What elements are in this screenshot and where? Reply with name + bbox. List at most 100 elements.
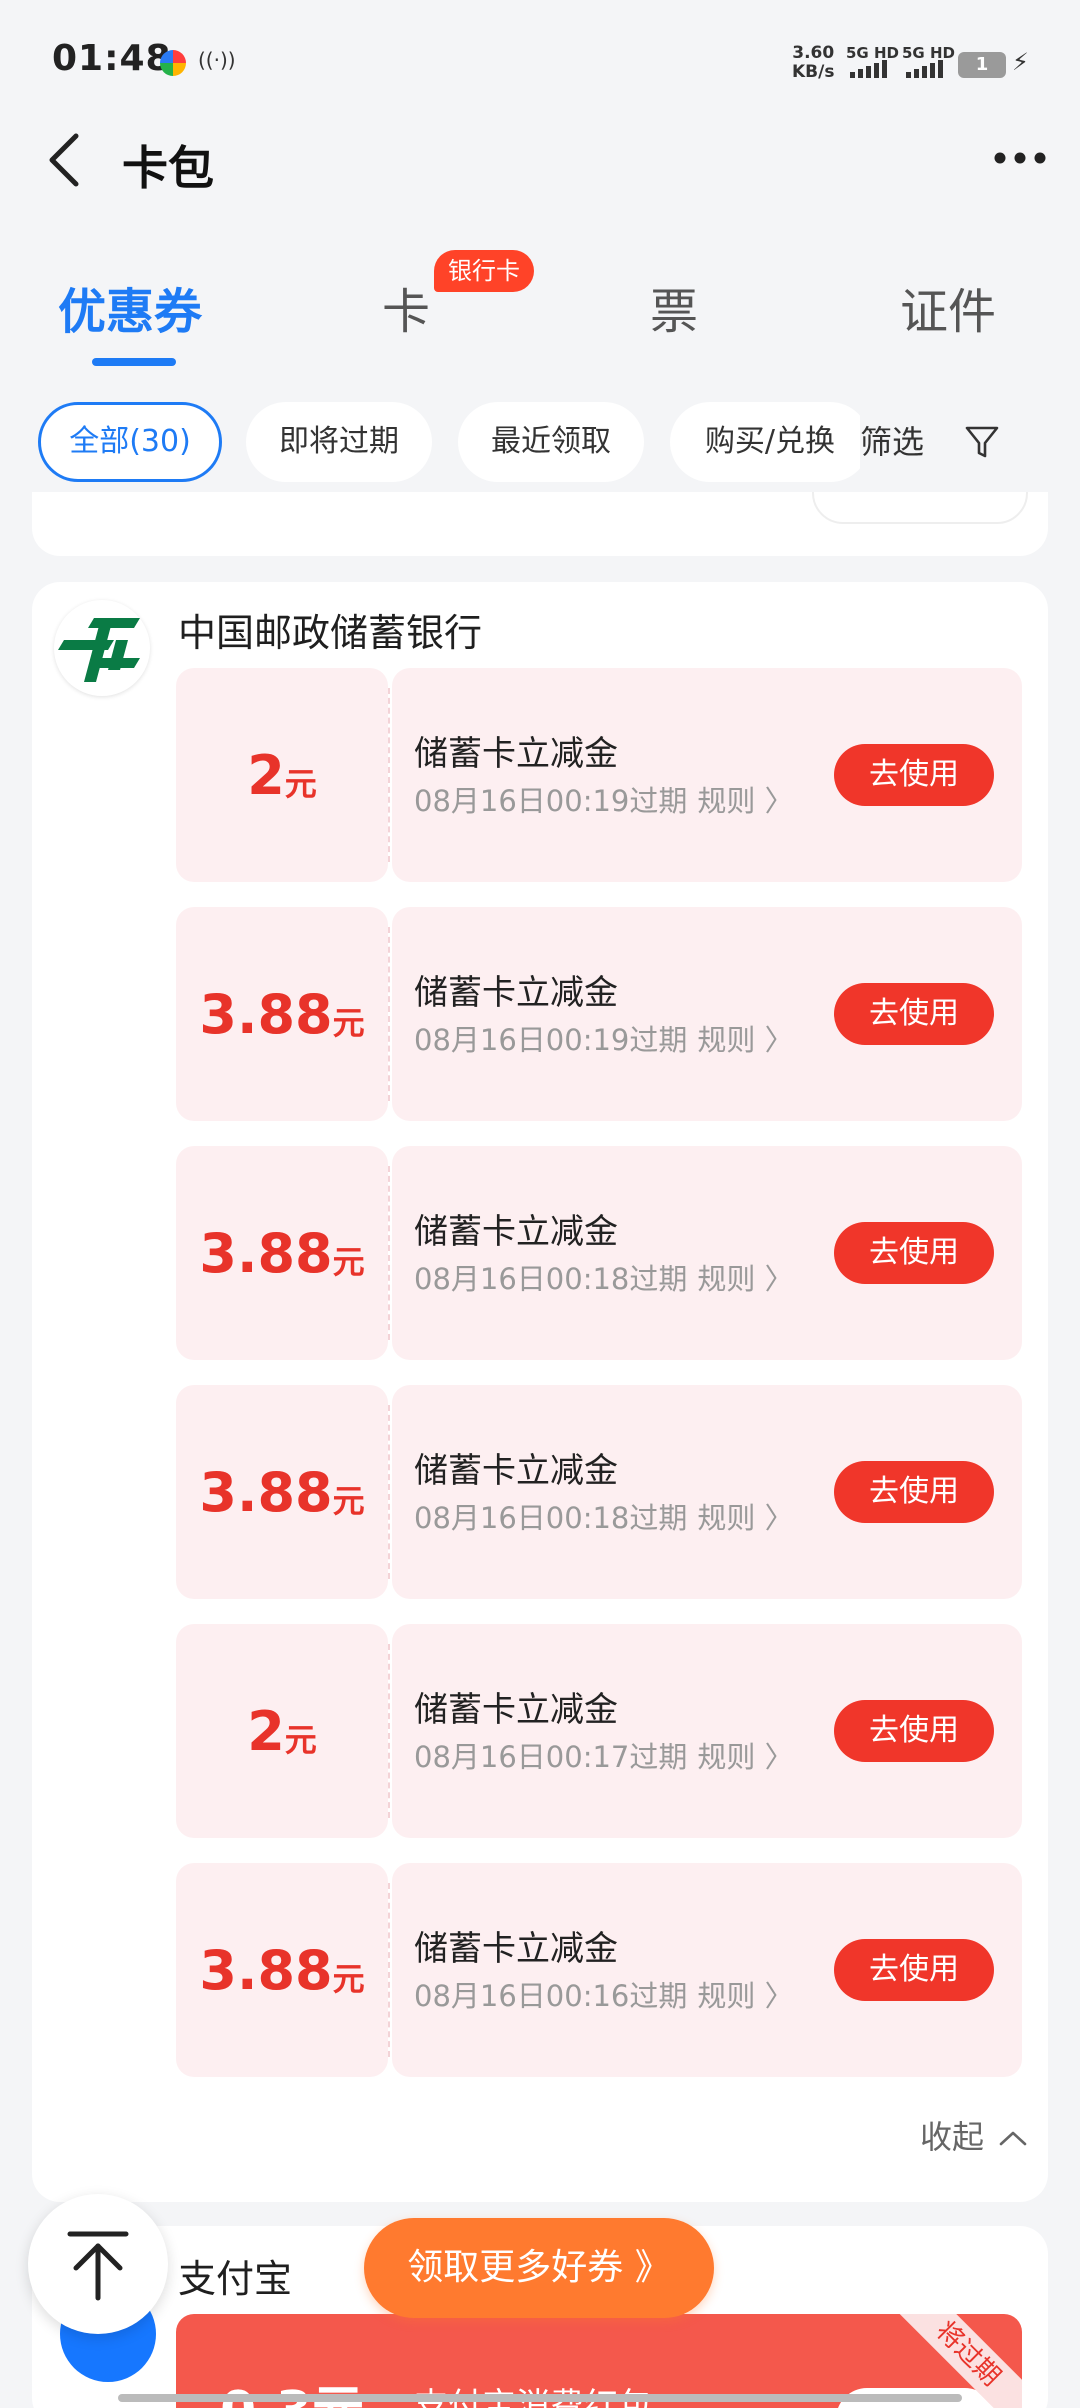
coupon-rule-label: 规则 [697,1979,756,2013]
use-coupon-button[interactable]: 去使用 [834,983,994,1045]
coupon-expiry-row: 08月16日00:19过期 规则 〉 [414,778,794,820]
collapse-label: 收起 [920,2118,985,2156]
coupon-amount-value: 3.88 [199,1460,333,1524]
coupon-expiry: 08月16日00:17过期 [414,1740,688,1774]
coupon-amount: 2元 [176,668,388,882]
filter-chip-recent[interactable]: 最近领取 [458,402,644,482]
filter-chip-expiring[interactable]: 即将过期 [246,402,432,482]
signal-sim1-icon: 5G HD [846,44,910,80]
more-button[interactable] [990,138,1050,178]
tab-cards[interactable]: 卡 [382,272,430,342]
app-notification-icon [160,50,186,76]
coupon-amount: 3.88 元 [176,1385,388,1599]
coupon-rule-link[interactable]: 规则 〉 [697,1979,793,2013]
red-packet-amount: 0.3元 [220,2368,364,2408]
charging-icon: ⚡ [1012,48,1029,76]
coupon-item[interactable]: 3.88 元 储蓄卡立减金 08月16日00:16过期 规则 〉 去使用 [176,1863,1022,2077]
tab-tickets[interactable]: 票 [650,272,698,342]
coupon-item[interactable]: 2元 储蓄卡立减金 08月16日00:19过期 规则 〉 去使用 [176,668,1022,882]
coupon-expiry-row: 08月16日00:19过期 规则 〉 [414,1017,794,1059]
use-coupon-button[interactable]: 去使用 [834,1461,994,1523]
coupon-title: 储蓄卡立减金 [414,1212,618,1252]
coupon-rule-label: 规则 [697,1023,756,1057]
network-speed-value: 3.60 [792,43,835,63]
coupon-amount-unit: 元 [332,1243,365,1281]
coupon-rule-label: 规则 [697,784,756,818]
coupon-rule-label: 规则 [697,1740,756,1774]
coupon-amount-value: 2 [247,743,285,807]
coupon-title: 储蓄卡立减金 [414,973,618,1013]
funnel-icon [965,426,999,458]
coupon-rule-link[interactable]: 规则 〉 [697,1740,793,1774]
coupon-rule-link[interactable]: 规则 〉 [697,1023,793,1057]
chevron-right-icon: 〉 [764,1740,794,1774]
back-arrow-icon [49,133,79,187]
coupon-rule-label: 规则 [697,1501,756,1535]
tab-documents[interactable]: 证件 [900,272,996,342]
coupon-expiry-row: 08月16日00:17过期 规则 〉 [414,1734,794,1776]
use-coupon-button[interactable]: 去使用 [834,1939,994,2001]
status-time: 01:48 [52,38,172,79]
hotspot-icon: ((·)) [198,48,236,72]
signal-sim2-icon: 5G HD [902,44,966,80]
coupon-item[interactable]: 2元 储蓄卡立减金 08月16日00:17过期 规则 〉 去使用 [176,1624,1022,1838]
bank-card-badge: 银行卡 [434,250,534,292]
coupon-amount: 2元 [176,1624,388,1838]
coupon-rule-link[interactable]: 规则 〉 [697,784,793,818]
coupon-rule-label: 规则 [697,1262,756,1296]
coupon-title: 储蓄卡立减金 [414,1451,618,1491]
tab-coupons[interactable]: 优惠券 [58,272,202,342]
chevron-right-icon: 〉 [764,1262,794,1296]
coupon-amount-value: 3.88 [199,1221,333,1285]
chevron-right-icon: 〉 [764,1979,794,2013]
bank-coupon-group: 中国邮政储蓄银行 2元 储蓄卡立减金 08月16日00:19过期 规则 〉 去使用… [32,582,1048,2202]
coupon-amount-unit: 元 [332,1482,365,1520]
use-coupon-button[interactable]: 去使用 [834,744,994,806]
coupon-amount-value: 2 [247,1699,285,1763]
bank-name: 中国邮政储蓄银行 [178,611,483,655]
red-packet-title: 支付宝消费红包 [414,2386,652,2408]
collapse-button[interactable]: 收起 [920,2112,1028,2158]
previous-coupon-card [32,492,1048,556]
coupon-rule-link[interactable]: 规则 〉 [697,1501,793,1535]
get-more-coupons-button[interactable]: 领取更多好券 》 [364,2218,714,2318]
status-bar: 01:48 ((·)) 3.60 KB/s 5G HD 5G HD 1 ⚡ [0,0,1080,120]
network-speed: 3.60 KB/s [792,44,834,82]
coupon-amount: 3.88 元 [176,907,388,1121]
back-button[interactable] [40,128,100,188]
coupon-item[interactable]: 3.88 元 储蓄卡立减金 08月16日00:19过期 规则 〉 去使用 [176,907,1022,1121]
postal-bank-logo [54,600,150,696]
chevron-right-icon: 〉 [764,1023,794,1057]
tab-active-indicator [92,358,176,366]
filter-chip-all[interactable]: 全部(30) [38,402,222,482]
coupon-expiry: 08月16日00:18过期 [414,1262,688,1296]
filter-label: 筛选 [860,423,925,461]
coupon-item[interactable]: 3.88 元 储蓄卡立减金 08月16日00:18过期 规则 〉 去使用 [176,1146,1022,1360]
more-dots-icon [994,152,1046,164]
network-speed-unit: KB/s [792,62,835,82]
coupon-rule-link[interactable]: 规则 〉 [697,1262,793,1296]
coupon-expiry-row: 08月16日00:18过期 规则 〉 [414,1495,794,1537]
coupon-amount-unit: 元 [332,1960,365,1998]
chevron-right-icon: 〉 [764,1501,794,1535]
chevron-up-icon [999,2131,1027,2146]
coupon-expiry: 08月16日00:16过期 [414,1979,688,2013]
coupon-item[interactable]: 3.88 元 储蓄卡立减金 08月16日00:18过期 规则 〉 去使用 [176,1385,1022,1599]
coupon-title: 储蓄卡立减金 [414,734,618,774]
coupon-amount-unit: 元 [284,765,317,803]
arrow-up-icon [67,2231,129,2301]
chevron-right-icon: 〉 [764,784,794,818]
home-indicator[interactable] [118,2394,962,2402]
use-coupon-button[interactable]: 去使用 [834,1700,994,1762]
page-title: 卡包 [122,141,214,195]
coupon-expiry-row: 08月16日00:18过期 规则 〉 [414,1256,794,1298]
scroll-to-top-button[interactable] [28,2194,168,2334]
coupon-amount-value: 3.88 [199,1938,333,2002]
filter-chip-purchase[interactable]: 购买/兑换 [670,402,870,482]
use-coupon-button[interactable]: 去使用 [834,1222,994,1284]
previous-card-pill[interactable] [812,492,1028,524]
battery-icon: 1 [958,52,1006,78]
filter-button[interactable]: 筛选 [860,402,1050,482]
coupon-title: 储蓄卡立减金 [414,1690,618,1730]
coupon-amount-unit: 元 [332,1004,365,1042]
